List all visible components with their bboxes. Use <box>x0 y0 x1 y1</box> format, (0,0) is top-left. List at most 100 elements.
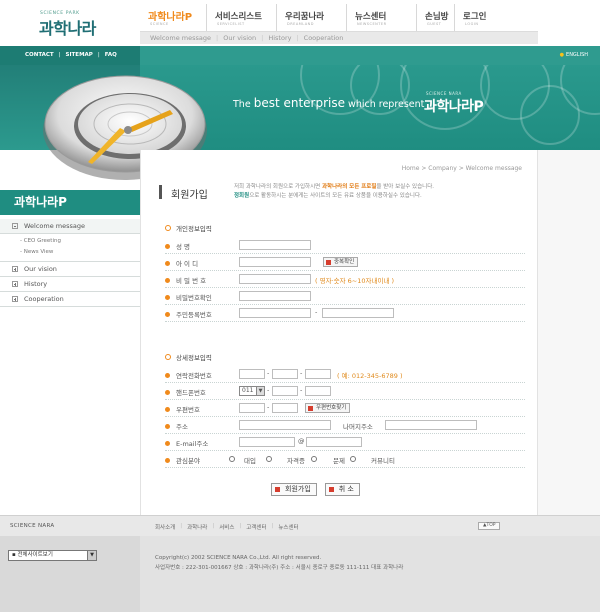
subnav-vision[interactable]: Our vision <box>223 34 256 42</box>
bullet-icon <box>165 372 170 378</box>
radio-exam[interactable] <box>229 456 235 462</box>
footer-links: 회사소개 | 과학나라 | 서비스 | 고객센터 | 뉴스센터 <box>155 523 299 531</box>
duplicate-check-button[interactable]: 중복확인 <box>323 257 359 267</box>
jumin-back-input[interactable] <box>322 308 394 318</box>
top-button[interactable]: ▲TOP <box>478 522 501 530</box>
divider: | <box>296 34 299 42</box>
label-address-rest: 나머지주소 <box>343 423 373 431</box>
row-id: 아 이 디 중복확인 <box>165 255 525 271</box>
expand-icon <box>12 281 18 287</box>
divider: | <box>97 52 100 58</box>
bullet-icon: ● <box>559 52 565 58</box>
hero-slogan-post: which represent <box>348 99 425 110</box>
copyright-line: Copyright(c) 2002 SCIENCE NARA Co.,Ltd. … <box>155 555 322 561</box>
gnb-guest[interactable]: 손님방 GUEST <box>416 4 454 31</box>
zip-part2-input[interactable] <box>272 403 298 413</box>
gnb-news-center[interactable]: 뉴스센터 NEWSCENTER <box>346 4 416 31</box>
company-info-line: 사업자번호 : 222-301-001667 상호 : 과학나라(주) 주소 :… <box>155 565 404 571</box>
cancel-button[interactable]: 취 소 <box>324 483 360 496</box>
gnb-label: 과학나라P <box>148 12 193 23</box>
radio-license[interactable] <box>266 456 272 462</box>
main-content: Home > Company > Welcome message 회원가입 저희… <box>140 150 538 515</box>
footer-link-company[interactable]: 회사소개 <box>155 523 175 531</box>
phone-part3-input[interactable] <box>305 369 331 379</box>
radio-label: 자격증 <box>287 457 305 465</box>
gnb-science[interactable]: 과학나라P SCIENCE <box>140 4 206 31</box>
gnb-login[interactable]: 로그인 LOGIN <box>454 4 504 31</box>
radio-community[interactable] <box>350 456 356 462</box>
row-interest: 관심분야 대입 자격증 문제 커뮤니티 <box>165 452 525 468</box>
english-link[interactable]: ● ENGLISH <box>560 52 588 58</box>
gnb-dreamland[interactable]: 우리꿈나라 DREAMLAND <box>276 4 346 31</box>
divider: | <box>261 34 264 42</box>
section-title: 상세정보입력 <box>176 354 212 362</box>
lnb-label: Our vision <box>24 265 57 273</box>
radio-problem[interactable] <box>311 456 317 462</box>
lnb-item-vision[interactable]: Our vision <box>0 262 140 277</box>
logo-name: 과학나라 <box>39 19 96 38</box>
phone-part2-input[interactable] <box>272 369 298 379</box>
label-id: 아 이 디 <box>165 258 198 268</box>
label-email: E-mail주소 <box>165 438 208 448</box>
lnb-item-welcome[interactable]: Welcome message <box>0 219 140 234</box>
label-text: 관심분야 <box>176 457 200 465</box>
row-phone: 연락전화번호 - - ( 예: 012-345-6789 ) <box>165 367 525 383</box>
dash: - <box>267 403 270 411</box>
footer-left-panel <box>0 536 140 612</box>
footer-link-news[interactable]: 뉴스센터 <box>278 523 298 531</box>
lnb-item-cooperation[interactable]: Cooperation <box>0 292 140 307</box>
subnav-welcome[interactable]: Welcome message <box>150 34 211 42</box>
email-domain-input[interactable] <box>306 437 362 447</box>
lnb-sub-news[interactable]: News View <box>0 247 140 258</box>
mobile-part3-input[interactable] <box>305 386 331 396</box>
label-address: 주소 <box>165 421 188 431</box>
password-input[interactable] <box>239 274 311 284</box>
site-select-value: ▪ 전체사이트보기 <box>12 552 53 558</box>
sitemap-link[interactable]: SITEMAP <box>66 52 93 58</box>
mobile-prefix-select[interactable]: 011 ▼ <box>239 386 265 396</box>
label-name: 성 명 <box>165 241 190 251</box>
local-nav: Welcome message CEO Greeting News View O… <box>0 219 140 307</box>
selected-value: 011 <box>242 387 254 394</box>
gnb-service-list[interactable]: 서비스리스트 SERVICELIST <box>206 4 276 31</box>
collapse-icon <box>12 223 18 229</box>
english-label: ENGLISH <box>566 52 588 58</box>
lnb-sub-ceo[interactable]: CEO Greeting <box>0 236 140 247</box>
contact-link[interactable]: CONTACT <box>25 52 54 58</box>
join-button[interactable]: 회원가입 <box>271 483 317 496</box>
name-input[interactable] <box>239 240 311 250</box>
address-input[interactable] <box>239 420 331 430</box>
footer-link-support[interactable]: 고객센터 <box>246 523 266 531</box>
utility-bar: CONTACT | SITEMAP | FAQ ● ENGLISH <box>0 46 600 65</box>
faq-link[interactable]: FAQ <box>105 52 117 58</box>
page-title: 회원가입 <box>171 190 208 201</box>
gnb-sublabel: LOGIN <box>465 22 479 26</box>
divider: | <box>271 523 274 529</box>
global-nav: 과학나라P SCIENCE 서비스리스트 SERVICELIST 우리꿈나라 DREAML… <box>140 4 540 31</box>
id-input[interactable] <box>239 257 311 267</box>
address-rest-input[interactable] <box>385 420 477 430</box>
footer-bar: SCIENCE NARA 회사소개 | 과학나라 | 서비스 | 고객센터 | … <box>0 515 600 536</box>
lnb-submenu: CEO Greeting News View <box>0 234 140 262</box>
lnb-item-history[interactable]: History <box>0 277 140 292</box>
row-mobile: 핸드폰번호 011 ▼ - - <box>165 384 525 400</box>
logo[interactable]: SCIENCE PARK 과학나라 <box>0 0 140 46</box>
jumin-front-input[interactable] <box>239 308 311 318</box>
footer-link-science[interactable]: 과학나라 <box>187 523 207 531</box>
site-select[interactable]: ▪ 전체사이트보기 ▼ <box>8 550 97 561</box>
footer-link-service[interactable]: 서비스 <box>219 523 234 531</box>
row-name: 성 명 <box>165 238 525 254</box>
subnav-history[interactable]: History <box>268 34 291 42</box>
subnav-cooperation[interactable]: Cooperation <box>304 34 344 42</box>
bullet-icon <box>165 277 170 283</box>
password-confirm-input[interactable] <box>239 291 311 301</box>
mobile-part2-input[interactable] <box>272 386 298 396</box>
zip-search-button[interactable]: 우편번호찾기 <box>305 403 351 413</box>
phone-part1-input[interactable] <box>239 369 265 379</box>
zip-part1-input[interactable] <box>239 403 265 413</box>
title-marker <box>159 185 162 199</box>
footer-brand: SCIENCE NARA <box>10 523 55 529</box>
email-id-input[interactable] <box>239 437 295 447</box>
gnb-label: 서비스리스트 <box>215 12 262 22</box>
left-column: 과학나라P Welcome message CEO Greeting News … <box>0 150 140 515</box>
